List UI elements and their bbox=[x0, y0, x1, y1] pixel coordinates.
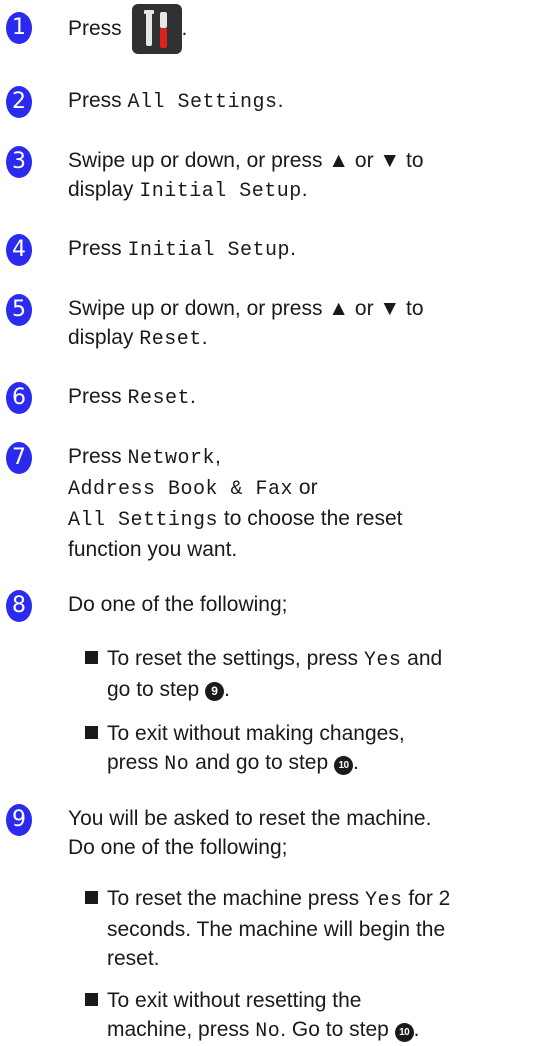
menu-item-ref: Initial Setup bbox=[127, 239, 291, 262]
step-text: Press bbox=[68, 17, 122, 40]
step-number: 7 bbox=[6, 442, 32, 474]
step-number: 9 bbox=[6, 804, 32, 836]
bullet-item: To exit without making changes, press No… bbox=[85, 719, 523, 779]
settings-button[interactable] bbox=[131, 4, 182, 55]
bullet-item: To reset the settings, press Yes and go … bbox=[85, 644, 523, 704]
step-ref-icon: 9 bbox=[205, 682, 225, 701]
step-number: 3 bbox=[6, 146, 32, 178]
menu-item-ref: All Settings bbox=[68, 509, 219, 532]
bullet-icon bbox=[85, 726, 98, 739]
menu-item-ref: Initial Setup bbox=[139, 180, 302, 203]
bullet-icon bbox=[85, 651, 98, 664]
menu-item-ref: Address Book & Fax bbox=[68, 478, 294, 501]
bullet-icon bbox=[85, 891, 98, 904]
step-number: 1 bbox=[6, 12, 32, 44]
menu-item-ref: Network bbox=[127, 447, 216, 470]
tools-icon bbox=[143, 10, 167, 49]
step-number: 4 bbox=[6, 234, 32, 266]
step-number: 6 bbox=[6, 382, 32, 414]
menu-item-ref: All Settings bbox=[127, 91, 278, 114]
step-ref-icon: 10 bbox=[334, 756, 354, 775]
step-number: 5 bbox=[6, 294, 32, 326]
bullet-item: To exit without resetting the machine, p… bbox=[85, 986, 523, 1046]
step-number: 2 bbox=[6, 86, 32, 118]
step-ref-icon: 10 bbox=[394, 1023, 414, 1042]
bullet-icon bbox=[85, 993, 98, 1006]
menu-item-ref: Reset bbox=[127, 387, 191, 410]
step-number: 8 bbox=[6, 590, 32, 622]
bullet-item: To reset the machine press Yes for 2 sec… bbox=[85, 884, 523, 973]
menu-item-ref: Reset bbox=[139, 328, 202, 351]
